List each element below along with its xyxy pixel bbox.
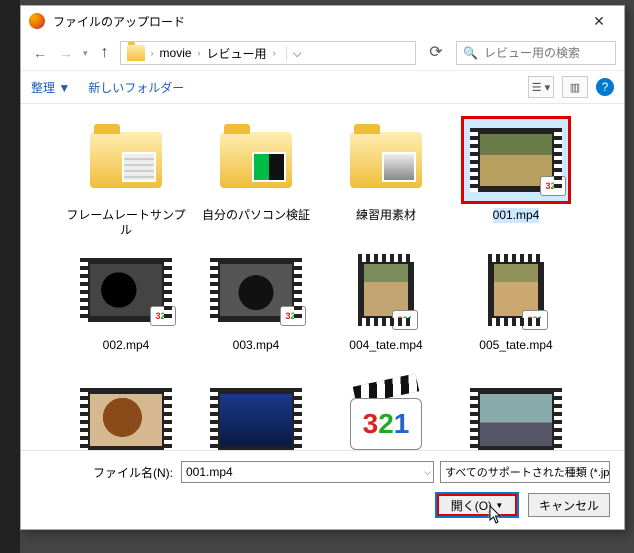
chevron-down-icon: ⌵ [600,467,607,478]
item-label: 練習用素材 [356,208,416,223]
item-label: 自分のパソコン検証 [202,208,310,223]
filename-label: ファイル名(N): [35,464,175,481]
view-mode-button[interactable]: ☰ ▾ [528,76,554,98]
item-label: 001.mp4 [493,208,540,223]
item-label: 002.mp4 [103,338,150,353]
nav-row: ← → ▾ ↑ › movie › レビュー用 › ⌵ ⟳ 🔍 [21,36,624,70]
titlebar: ファイルのアップロード ✕ [21,6,624,36]
mpc-badge-icon: 321 [280,306,306,326]
mpc-badge-icon: 321 [522,310,548,330]
organize-menu[interactable]: 整理 ▼ [31,79,70,96]
search-box[interactable]: 🔍 [456,41,616,65]
cancel-button[interactable]: キャンセル [528,493,610,517]
history-dropdown-icon[interactable]: ▾ [83,48,88,59]
chevron-right-icon: › [271,48,278,58]
file-item[interactable] [451,372,581,450]
chevron-right-icon: › [196,48,203,58]
file-item[interactable]: 321 005_tate.mp4 [451,242,581,372]
chevron-down-icon: ⌵ [424,467,431,478]
filename-value: 001.mp4 [186,465,233,479]
search-input[interactable] [482,45,609,61]
file-item-selected[interactable]: 321 001.mp4 [451,112,581,242]
help-button[interactable]: ? [596,78,614,96]
mpc-badge-icon: 321 [540,176,566,196]
open-button[interactable]: 開く(O) ▼ [436,493,518,517]
mpc-app-icon: 321 [346,380,426,450]
breadcrumb-dropdown-icon[interactable]: ⌵ [286,46,308,61]
bottom-bar: ファイル名(N): 001.mp4 ⌵ すべてのサポートされた種類 (*.jpe… [21,450,624,529]
forward-button[interactable]: → [55,42,77,64]
filetype-label: すべてのサポートされた種類 (*.jpe; [445,464,610,480]
search-icon: 🔍 [463,46,478,60]
item-label: 005_tate.mp4 [479,338,552,353]
preview-pane-button[interactable]: ▥ [562,76,588,98]
file-list[interactable]: フレームレートサンプル 自分のパソコン検証 練習用素材 321 001.mp4 … [21,104,624,450]
dialog-title: ファイルのアップロード [53,13,578,30]
file-item[interactable]: 321 004_tate.mp4 [321,242,451,372]
file-item[interactable] [61,372,191,450]
filename-combo[interactable]: 001.mp4 ⌵ [181,461,434,483]
item-label: 004_tate.mp4 [349,338,422,353]
toolbar: 整理 ▼ 新しいフォルダー ☰ ▾ ▥ ? [21,70,624,104]
filetype-combo[interactable]: すべてのサポートされた種類 (*.jpe; ⌵ [440,461,610,483]
firefox-icon [29,13,45,29]
breadcrumb-seg-review[interactable]: レビュー用 [203,45,271,62]
mpc-badge-icon: 321 [150,306,176,326]
up-button[interactable]: ↑ [94,42,116,64]
new-folder-button[interactable]: 新しいフォルダー [88,79,184,96]
file-item[interactable] [191,372,321,450]
close-button[interactable]: ✕ [578,7,620,35]
file-item[interactable]: 321 003.mp4 [191,242,321,372]
file-item[interactable]: 321 002.mp4 [61,242,191,372]
file-open-dialog: ファイルのアップロード ✕ ← → ▾ ↑ › movie › レビュー用 › … [20,5,625,530]
item-label: フレームレートサンプル [61,208,191,238]
breadcrumb[interactable]: › movie › レビュー用 › ⌵ [120,41,416,65]
item-label: 003.mp4 [233,338,280,353]
folder-item[interactable]: 自分のパソコン検証 [191,112,321,242]
file-item[interactable]: 321 [321,372,451,450]
mpc-badge-icon: 321 [392,310,418,330]
refresh-button[interactable]: ⟳ [424,41,448,65]
folder-item[interactable]: フレームレートサンプル [61,112,191,242]
breadcrumb-seg-movie[interactable]: movie [156,46,196,60]
folder-item[interactable]: 練習用素材 [321,112,451,242]
chevron-right-icon: › [149,48,156,58]
back-button[interactable]: ← [29,42,51,64]
folder-icon [127,45,145,61]
